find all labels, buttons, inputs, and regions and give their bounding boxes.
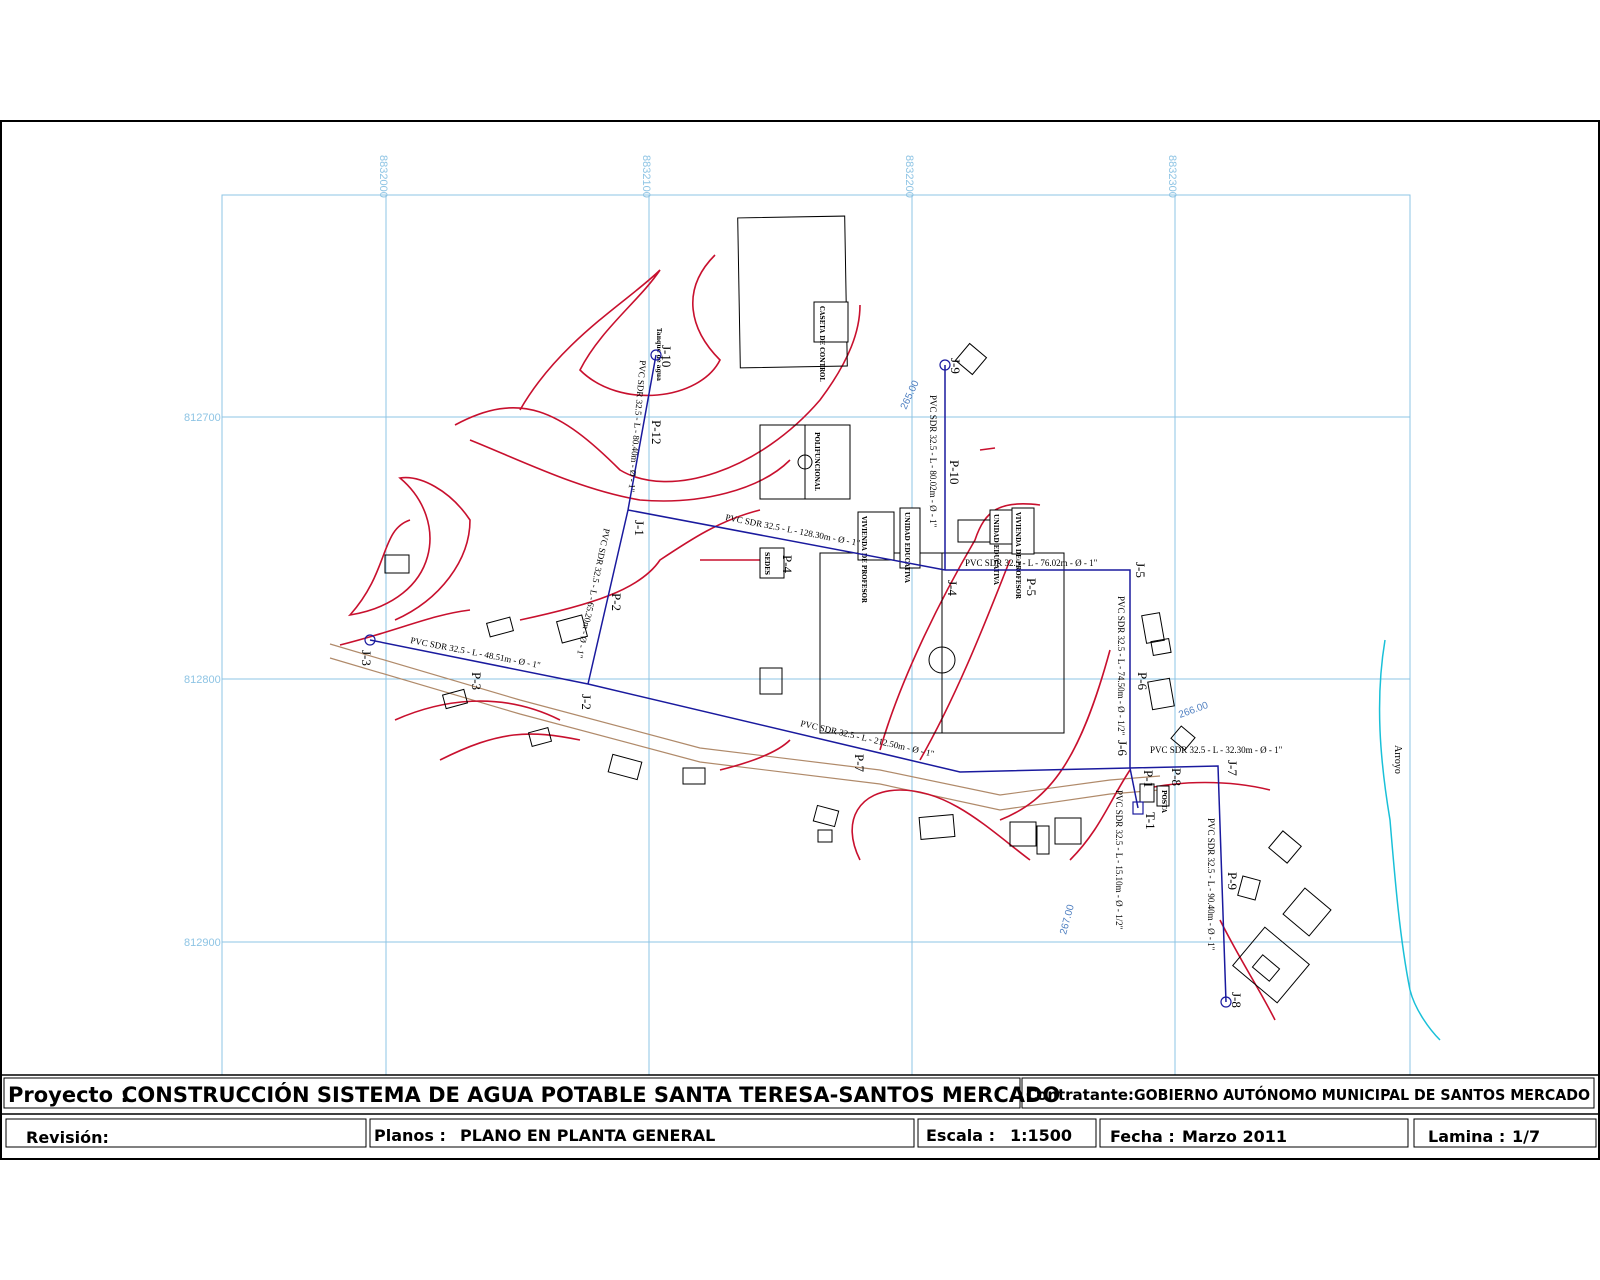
building-s — [1268, 830, 1302, 864]
contratante-value: GOBIERNO AUTÓNOMO MUNICIPAL DE SANTOS ME… — [1134, 1085, 1590, 1104]
building-o — [1141, 612, 1165, 644]
planos-label: Planos : — [374, 1126, 446, 1145]
spec-j5-j6: PVC SDR 32.5 - L - 74.50m - Ø - 1/2" — [1116, 596, 1126, 736]
pipe-j4-j5-j6 — [945, 569, 1131, 768]
spec-j9-j4: PVC SDR 32.5 - L - 80.02m - Ø - 1" — [928, 395, 938, 528]
spec-j1-j4: PVC SDR 32.5 - L - 128.30m - Ø - 1" — [725, 512, 862, 548]
building-t — [1237, 875, 1261, 901]
label-p1: P-1 — [1141, 770, 1156, 788]
building-left — [384, 554, 410, 574]
building-w — [1251, 954, 1281, 982]
revision-label: Revisión: — [26, 1128, 109, 1147]
grid-label-y2: 812800 — [184, 674, 221, 686]
label-j10: J-10 — [659, 345, 674, 367]
label-j3: J-3 — [359, 650, 374, 666]
fecha-value: Marzo 2011 — [1182, 1127, 1287, 1146]
escala-value: 1:1500 — [1010, 1126, 1072, 1145]
proyecto-value: CONSTRUCCIÓN SISTEMA DE AGUA POTABLE SAN… — [122, 1082, 1060, 1107]
label-p6: P-6 — [1135, 672, 1150, 691]
label-p3: P-3 — [469, 672, 484, 690]
label-vivienda-2: VIVIENDA DE PROFESOR — [1014, 511, 1021, 600]
lamina-label: Lamina : — [1428, 1127, 1505, 1146]
building-g — [607, 753, 643, 781]
label-j2: J-2 — [579, 694, 594, 710]
label-unidad-1: UNIDAD EDUCATIVA — [903, 512, 910, 583]
building-h — [682, 767, 706, 785]
building-j — [817, 829, 833, 843]
spec-j6-j7: PVC SDR 32.5 - L - 32.30m - Ø - 1" — [1150, 745, 1283, 755]
road — [329, 643, 1161, 811]
spec-j1-j2: PVC SDR 32.5 - L - 65.20m - Ø - 1" — [574, 528, 611, 660]
label-posta: POSTA — [1160, 790, 1167, 813]
label-caseta: CASETA DE CONTROL — [818, 306, 825, 382]
label-sedes: SEDES — [763, 552, 770, 575]
buildings — [384, 215, 1332, 1004]
contratante-label: Contratante: — [1026, 1086, 1134, 1104]
building-q — [1147, 677, 1175, 711]
grid-label-x1: 8832000 — [377, 155, 389, 198]
label-j7: J-7 — [1225, 760, 1240, 776]
fecha-label: Fecha : — [1110, 1127, 1175, 1146]
label-vivienda-1: VIVIENDA DE PROFESOR — [860, 515, 867, 604]
label-p12: P-12 — [649, 420, 664, 445]
label-j8: J-8 — [1229, 992, 1244, 1008]
grid-label-y3: 812900 — [184, 937, 221, 949]
planos-value: PLANO EN PLANTA GENERAL — [460, 1126, 715, 1145]
contour-label-2: 266.00 — [1177, 700, 1210, 721]
building-d — [759, 667, 783, 695]
label-j9: J-9 — [948, 358, 963, 374]
building-f — [527, 727, 553, 747]
label-p10: P-10 — [947, 460, 962, 485]
building-i — [812, 804, 840, 828]
water-system-plan: 8832000 8832100 8832200 8832300 812700 8… — [0, 120, 1600, 1160]
building-c — [485, 616, 515, 638]
node-labels: J-1 J-2 J-3 J-4 J-5 J-6 J-7 J-8 J-9 J-10… — [359, 345, 1244, 1008]
grid-label-x2: 8832100 — [640, 155, 652, 198]
label-p7: P-7 — [852, 754, 867, 773]
label-p2: P-2 — [609, 593, 624, 611]
building-l — [1009, 821, 1037, 847]
building-k — [918, 814, 956, 840]
contour-lines — [339, 254, 1276, 1021]
label-j6: J-6 — [1115, 740, 1130, 756]
building-large-top — [737, 215, 848, 369]
label-p4: P-4 — [780, 555, 795, 574]
building-n — [1054, 817, 1082, 845]
label-polifuncional: POLIFUNCIONAL — [813, 432, 820, 492]
escala-label: Escala : — [926, 1126, 995, 1145]
spec-j7-j8: PVC SDR 32.5 - L - 90.40m - Ø - 1" — [1206, 818, 1216, 951]
pipe-spec-labels: PVC SDR 32.5 - L - 128.30m - Ø - 1" PVC … — [410, 360, 1283, 951]
contour-label-3: 267.00 — [1058, 903, 1077, 936]
grid-label-x3: 8832200 — [903, 155, 915, 198]
label-j5: J-5 — [1133, 562, 1148, 578]
label-j4: J-4 — [945, 580, 960, 596]
lamina-value: 1/7 — [1512, 1127, 1540, 1146]
label-t1: T-1 — [1143, 812, 1158, 830]
stream-label: Arroyo — [1392, 745, 1403, 774]
proyecto-label: Proyecto : — [8, 1083, 129, 1107]
grid-label-y1: 812700 — [184, 412, 221, 424]
label-p9: P-9 — [1225, 872, 1240, 890]
label-p5: P-5 — [1024, 578, 1039, 596]
label-p8: P-8 — [1169, 768, 1184, 786]
spec-j4-j5: PVC SDR 32.5 - L - 76.02m - Ø - 1" — [965, 558, 1098, 568]
building-m — [1036, 825, 1050, 855]
building-u — [1282, 887, 1332, 937]
sheet-frame — [0, 120, 1600, 1160]
spec-j10-j1: PVC SDR 32.5 - L - 80.40m - Ø - 1" — [626, 360, 648, 493]
spec-t1: PVC SDR 32.5 - L - 15.10m - Ø - 1/2" — [1114, 790, 1124, 930]
contour-label-1: 265.00 — [899, 379, 922, 412]
grid-label-x4: 8832300 — [1166, 155, 1178, 198]
label-j1: J-1 — [632, 520, 647, 536]
label-unidad-2: UNIDAD EDUCATIVA — [992, 514, 999, 585]
